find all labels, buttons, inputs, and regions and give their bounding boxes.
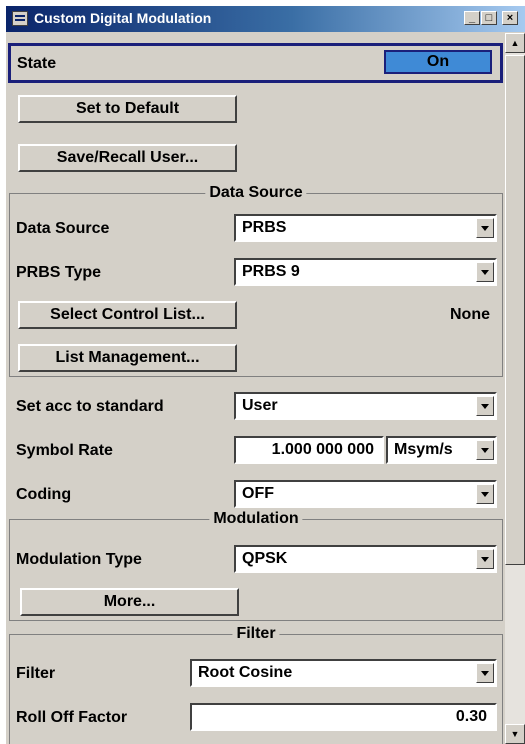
- dialog-content: State On Set to Default Save/Recall User…: [6, 33, 505, 744]
- symbol-rate-label: Symbol Rate: [16, 442, 113, 459]
- coding-label: Coding: [16, 486, 72, 503]
- control-list-value: None: [450, 306, 490, 323]
- chevron-down-icon[interactable]: [476, 262, 494, 282]
- chevron-down-icon[interactable]: [476, 396, 494, 416]
- chevron-down-icon[interactable]: [476, 549, 494, 569]
- data-source-select[interactable]: PRBS: [234, 214, 497, 242]
- symbol-rate-unit-select[interactable]: Msym/s: [386, 436, 497, 464]
- select-control-list-button[interactable]: Select Control List...: [18, 301, 237, 329]
- symbol-rate-unit: Msym/s: [394, 441, 453, 458]
- filter-section-title: Filter: [232, 625, 280, 643]
- standard-select[interactable]: User: [234, 392, 497, 420]
- coding-value: OFF: [242, 485, 274, 502]
- prbs-type-value: PRBS 9: [242, 263, 300, 280]
- set-to-default-button[interactable]: Set to Default: [18, 95, 237, 123]
- scroll-up-arrow-icon[interactable]: ▲: [505, 33, 525, 53]
- list-management-button[interactable]: List Management...: [18, 344, 237, 372]
- close-button[interactable]: ×: [502, 11, 518, 25]
- state-toggle-button[interactable]: On: [384, 50, 492, 74]
- coding-select[interactable]: OFF: [234, 480, 497, 508]
- scroll-down-arrow-icon[interactable]: ▼: [505, 724, 525, 744]
- modulation-type-value: QPSK: [242, 550, 288, 567]
- chevron-down-icon[interactable]: [476, 440, 494, 460]
- maximize-button[interactable]: □: [481, 11, 497, 25]
- symbol-rate-value: 1.000 000 000: [271, 441, 374, 458]
- state-label: State: [17, 55, 57, 72]
- more-button[interactable]: More...: [20, 588, 239, 616]
- custom-digital-modulation-window: Custom Digital Modulation _ □ × State On…: [6, 6, 525, 744]
- data-source-label: Data Source: [16, 220, 110, 237]
- save-recall-user-button[interactable]: Save/Recall User...: [18, 144, 237, 172]
- chevron-down-icon[interactable]: [476, 663, 494, 683]
- roll-off-factor-label: Roll Off Factor: [16, 709, 128, 726]
- data-source-value: PRBS: [242, 219, 287, 236]
- scrollbar-thumb[interactable]: [505, 55, 525, 565]
- state-row: State On: [8, 43, 503, 83]
- chevron-down-icon[interactable]: [476, 218, 494, 238]
- modulation-section-title: Modulation: [209, 510, 303, 528]
- roll-off-factor-input[interactable]: 0.30: [190, 703, 497, 731]
- prbs-type-label: PRBS Type: [16, 264, 102, 281]
- modulation-type-label: Modulation Type: [16, 551, 142, 568]
- chevron-down-icon[interactable]: [476, 484, 494, 504]
- minimize-button[interactable]: _: [464, 11, 480, 25]
- filter-select[interactable]: Root Cosine: [190, 659, 497, 687]
- window-app-icon: [12, 11, 28, 26]
- filter-value: Root Cosine: [198, 664, 293, 681]
- data-source-section-title: Data Source: [205, 184, 307, 202]
- set-acc-to-standard-label: Set acc to standard: [16, 398, 164, 415]
- modulation-type-select[interactable]: QPSK: [234, 545, 497, 573]
- roll-off-factor-value: 0.30: [455, 708, 487, 725]
- prbs-type-select[interactable]: PRBS 9: [234, 258, 497, 286]
- filter-label: Filter: [16, 665, 56, 682]
- window-title: Custom Digital Modulation: [34, 10, 212, 26]
- symbol-rate-input[interactable]: 1.000 000 000: [234, 436, 384, 464]
- title-bar[interactable]: Custom Digital Modulation _ □ ×: [6, 6, 525, 32]
- standard-value: User: [242, 397, 278, 414]
- vertical-scrollbar[interactable]: ▲ ▼: [505, 33, 525, 744]
